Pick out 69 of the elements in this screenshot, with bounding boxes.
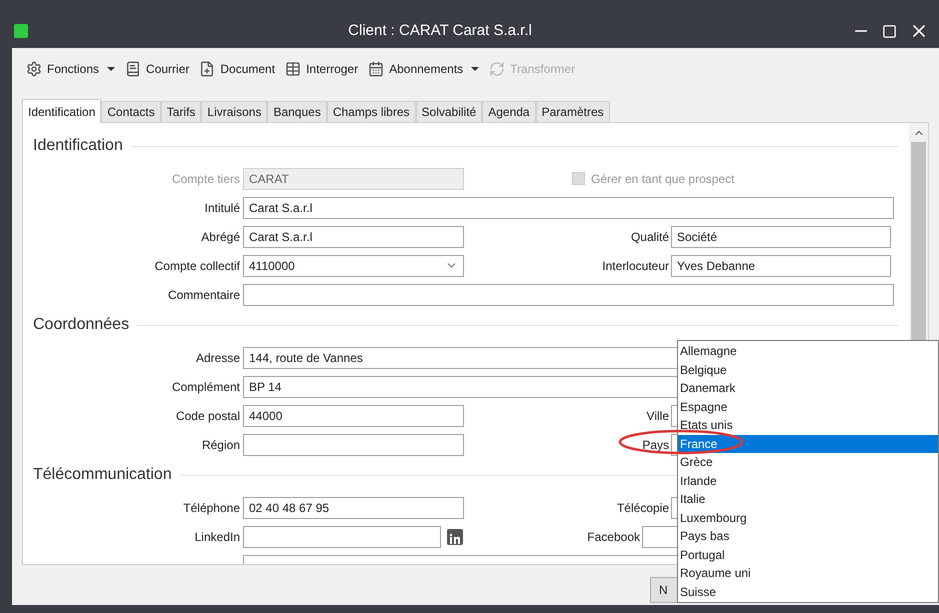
add-document-icon (199, 61, 216, 77)
field-label: Commentaire (168, 288, 240, 302)
toolbar-button[interactable]: Courrier (125, 60, 190, 78)
list-option[interactable]: Italie (678, 490, 938, 508)
toolbar-button[interactable]: Interroger (285, 60, 358, 78)
input-field[interactable] (243, 434, 464, 456)
refresh-icon (489, 61, 506, 77)
field-label: Compte tiers (172, 172, 240, 186)
tab[interactable]: Solvabilité (416, 101, 482, 122)
tab[interactable]: Agenda (482, 101, 536, 122)
section-heading: Télécommunication (33, 465, 172, 485)
tab[interactable]: Tarifs (160, 101, 202, 122)
toolbar-button[interactable]: Abonnements (368, 60, 480, 78)
input-field[interactable]: Carat S.a.r.l (243, 226, 464, 248)
maximize-icon[interactable] (882, 24, 897, 38)
tab[interactable]: Paramètres (536, 101, 610, 122)
section-heading: Identification (33, 136, 123, 156)
input-field[interactable]: 44000 (243, 404, 464, 426)
toolbar-button[interactable]: Document (199, 60, 276, 78)
list-option[interactable]: Etats unis (678, 416, 938, 434)
window-title: Client : CARAT Carat S.a.r.l (347, 20, 533, 41)
field-label: Intitulé (204, 200, 240, 214)
field-label: Télécopie (616, 500, 669, 514)
field-label: Pays (642, 438, 669, 452)
book-icon (125, 61, 142, 77)
field-label: Interlocuteur (602, 258, 669, 272)
caret-icon (107, 67, 116, 71)
field-label: Abrégé (201, 230, 240, 244)
calendar-icon (368, 61, 384, 77)
list-option[interactable]: Luxembourg (678, 508, 938, 527)
field-label: Région (202, 438, 240, 452)
tab[interactable]: Identification (22, 99, 102, 123)
section-heading: Coordonnées (33, 315, 130, 335)
input-field[interactable] (243, 526, 441, 548)
field-label: Code postal (176, 408, 240, 422)
list-option[interactable]: Espagne (678, 398, 938, 416)
footer-button[interactable]: N (650, 577, 678, 603)
field-label: Téléphone (183, 500, 240, 514)
tab[interactable]: Contacts (101, 101, 161, 122)
input-field[interactable]: Carat S.a.r.l (243, 196, 894, 218)
tab[interactable]: Livraisons (201, 101, 268, 122)
tab[interactable]: Banques (267, 101, 327, 122)
tab[interactable]: Champs libres (326, 101, 416, 122)
list-option[interactable]: Grèce (678, 453, 938, 472)
field-label: Qualité (630, 230, 669, 244)
table-icon (285, 61, 302, 77)
input-field[interactable]: Société (671, 226, 891, 248)
app-icon (14, 24, 28, 38)
list-option[interactable]: France (678, 434, 938, 453)
list-option[interactable]: Royaume uni (678, 564, 938, 582)
caret-icon (471, 67, 480, 71)
list-option[interactable]: Portugal (678, 546, 938, 564)
field-label: Ville (646, 408, 669, 422)
input-field[interactable] (243, 284, 894, 306)
toolbar-button[interactable]: Fonctions (26, 60, 116, 78)
field-label: LinkedIn (194, 530, 240, 544)
list-option[interactable]: Irlande (678, 472, 938, 490)
list-option[interactable]: Pays bas (678, 527, 938, 546)
combo-box[interactable]: 4110000 (243, 254, 464, 276)
field-label: Complément (172, 380, 240, 394)
input-field[interactable]: 02 40 48 67 95 (243, 496, 464, 518)
list-option[interactable]: Suisse (678, 582, 938, 601)
field-label: Adresse (196, 350, 240, 364)
field-label: Facebook (587, 530, 640, 544)
linkedin-icon[interactable] (447, 528, 463, 544)
input-field[interactable]: Yves Debanne (671, 254, 891, 276)
checkbox-label: Gérer en tant que prospect (591, 170, 734, 188)
gear-icon (26, 61, 42, 77)
field-label: Compte collectif (154, 258, 240, 272)
